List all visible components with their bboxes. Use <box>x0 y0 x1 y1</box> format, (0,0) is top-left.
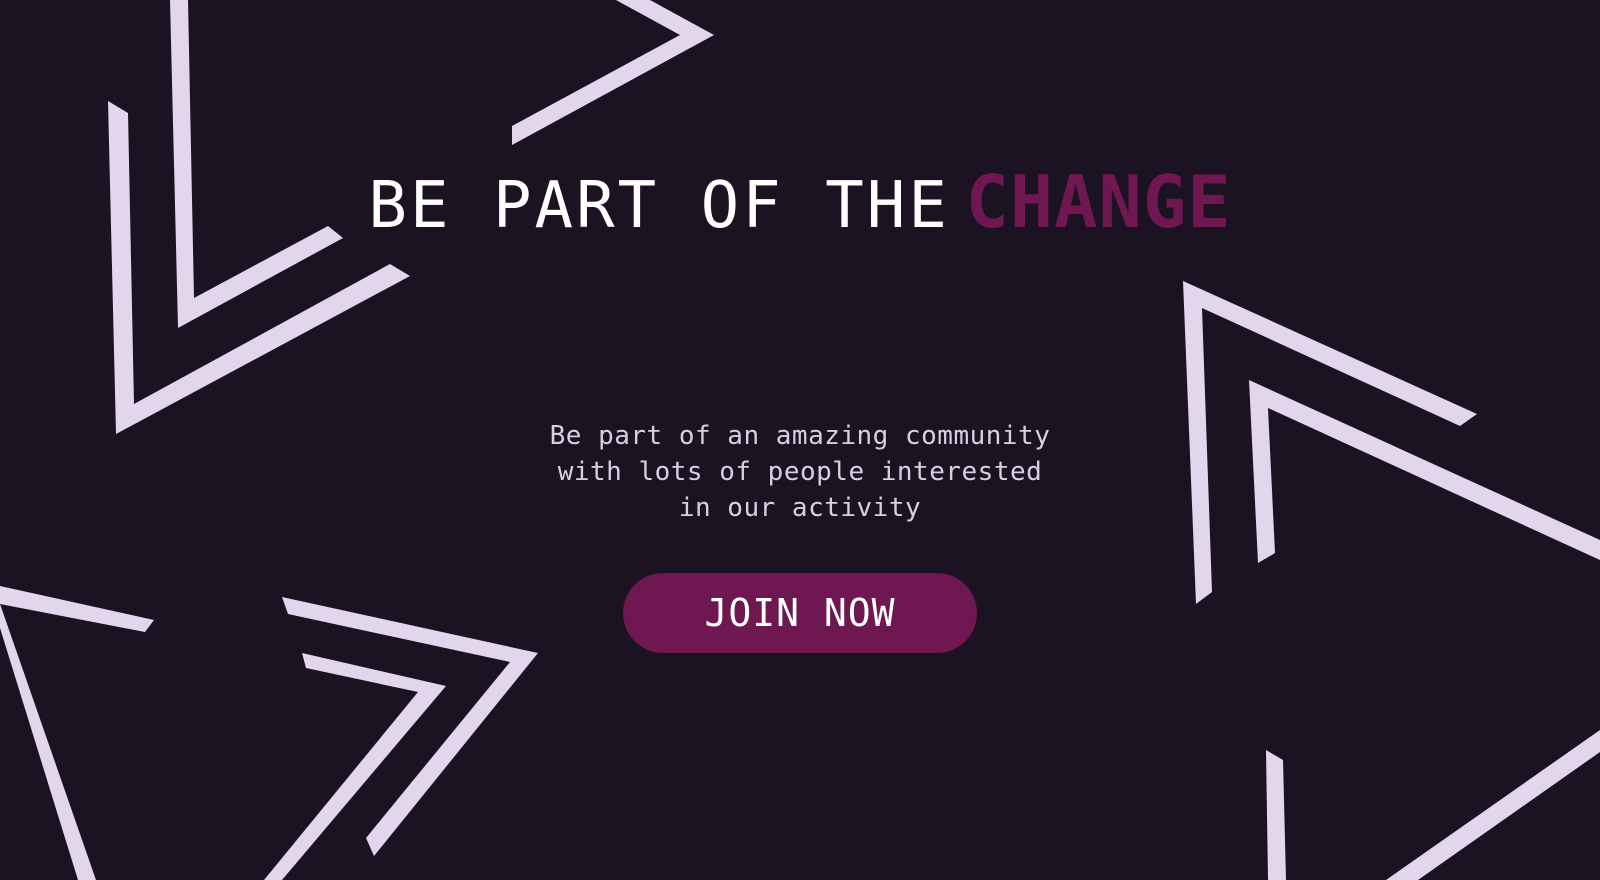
join-now-button[interactable]: JOIN NOW <box>623 573 977 653</box>
hero-section: BE PART OF THE CHANGE Be part of an amaz… <box>0 0 1600 880</box>
subtitle-line: in our activity <box>678 493 922 523</box>
headline-text: BE PART OF THE <box>368 169 950 243</box>
page-headline: BE PART OF THE CHANGE <box>0 160 1600 260</box>
headline-accent-text: CHANGE <box>965 160 1232 244</box>
subtitle-line: with lots of people interested <box>557 457 1043 487</box>
triangle-outline-bottom-left <box>0 586 154 880</box>
hero-subtitle: Be part of an amazing community with lot… <box>500 418 1100 526</box>
chevron-bottom-right <box>1266 730 1600 880</box>
triangle-outline-right-outer <box>1183 281 1477 604</box>
chevron-top-center <box>512 0 714 145</box>
chevron-bottom-left-inner <box>264 653 446 880</box>
subtitle-line: Be part of an amazing community <box>549 421 1051 451</box>
